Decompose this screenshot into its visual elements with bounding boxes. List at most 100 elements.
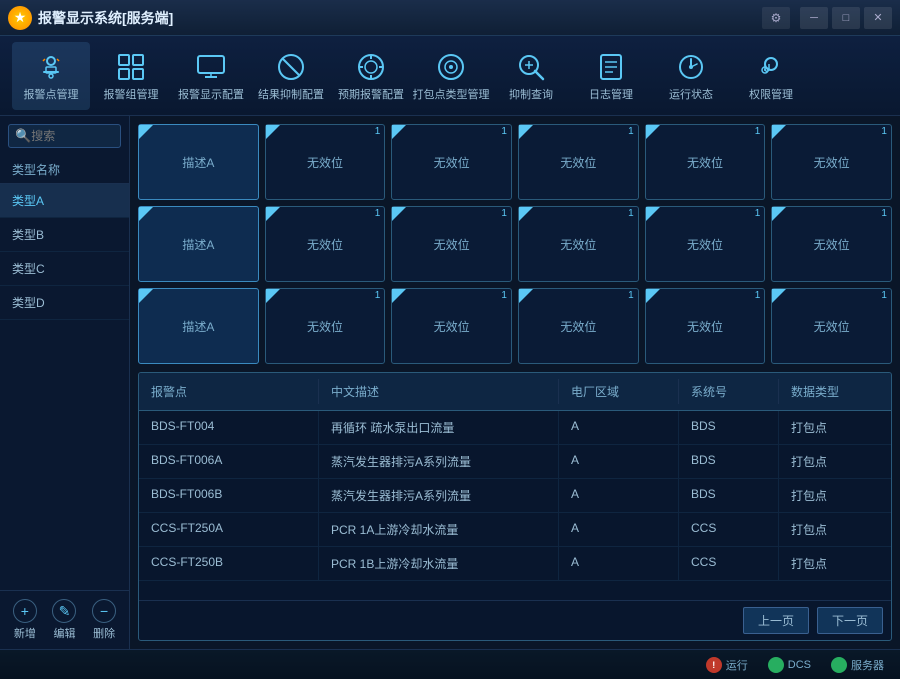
log-icon	[593, 49, 629, 85]
card-corner	[266, 125, 280, 139]
status-item-dcs: DCS	[768, 657, 811, 673]
card-r2-c4[interactable]: 1无效位	[645, 288, 766, 364]
toolbar-label-auth: 权限管理	[749, 89, 793, 102]
sidebar-item-typeC[interactable]: 类型C	[0, 252, 129, 286]
main-area: 🔍 类型名称 类型A 类型B 类型C 类型D + 新增 ✎ 编辑 − 删除 描述…	[0, 116, 900, 649]
close-button[interactable]: ✕	[864, 7, 892, 29]
prev-page-button[interactable]: 上一页	[743, 607, 809, 634]
status-bar: ! 运行 DCS 服务器	[0, 649, 900, 679]
table-cell: A	[559, 513, 679, 546]
toolbar-item-alarm-point[interactable]: 报警点管理	[12, 42, 90, 110]
table-row[interactable]: CCS-FT250APCR 1A上游冷却水流量ACCS打包点	[139, 513, 891, 547]
card-r1-c0[interactable]: 描述A	[138, 206, 259, 282]
table-row[interactable]: BDS-FT006A蒸汽发生器排污A系列流量ABDS打包点	[139, 445, 891, 479]
status-dot-server	[831, 657, 847, 673]
toolbar-label-status: 运行状态	[669, 89, 713, 102]
card-r0-c0[interactable]: 描述A	[138, 124, 259, 200]
card-r0-c1[interactable]: 1无效位	[265, 124, 386, 200]
maximize-button[interactable]: □	[832, 7, 860, 29]
table-cell: 打包点	[779, 513, 879, 546]
table-cell: 打包点	[779, 411, 879, 444]
table-header-alarm-point: 报警点	[139, 379, 319, 404]
card-corner	[646, 125, 660, 139]
card-r1-c3[interactable]: 1无效位	[518, 206, 639, 282]
table-cell: CCS-FT250B	[139, 547, 319, 580]
card-r0-c2[interactable]: 1无效位	[391, 124, 512, 200]
card-r0-c5[interactable]: 1无效位	[771, 124, 892, 200]
card-text: 描述A	[182, 154, 214, 171]
cards-grid: 描述A1无效位1无效位1无效位1无效位1无效位描述A1无效位1无效位1无效位1无…	[138, 124, 892, 364]
toolbar-label-alarm-point: 报警点管理	[24, 89, 79, 102]
sidebar-item-typeB[interactable]: 类型B	[0, 218, 129, 252]
card-text: 无效位	[814, 236, 850, 253]
card-text: 无效位	[560, 154, 596, 171]
sidebar-item-typeA[interactable]: 类型A	[0, 184, 129, 218]
status-dot-running: !	[706, 657, 722, 673]
toolbar-item-package[interactable]: 打包点类型管理	[412, 42, 490, 110]
card-text: 无效位	[687, 236, 723, 253]
sidebar-item-typeD[interactable]: 类型D	[0, 286, 129, 320]
toolbar-label-alarm-display: 报警显示配置	[178, 89, 244, 102]
table-cell: BDS-FT004	[139, 411, 319, 444]
table-cell: 再循环 疏水泵出口流量	[319, 411, 559, 444]
card-corner	[392, 125, 406, 139]
table-row[interactable]: BDS-FT006B蒸汽发生器排污A系列流量ABDS打包点	[139, 479, 891, 513]
card-r1-c5[interactable]: 1无效位	[771, 206, 892, 282]
card-text: 无效位	[687, 154, 723, 171]
toolbar-item-log[interactable]: 日志管理	[572, 42, 650, 110]
card-corner	[646, 207, 660, 221]
toolbar-item-alarm-group[interactable]: 报警组管理	[92, 42, 170, 110]
card-r2-c5[interactable]: 1无效位	[771, 288, 892, 364]
table-row[interactable]: CCS-FT250BPCR 1B上游冷却水流量ACCS打包点	[139, 547, 891, 581]
toolbar-item-auth[interactable]: 权限管理	[732, 42, 810, 110]
card-text: 描述A	[182, 318, 214, 335]
toolbar-item-suppress[interactable]: 结果抑制配置	[252, 42, 330, 110]
delete-icon: −	[92, 599, 116, 623]
card-r2-c2[interactable]: 1无效位	[391, 288, 512, 364]
card-text: 无效位	[687, 318, 723, 335]
card-num: 1	[628, 126, 634, 137]
status-label-server: 服务器	[851, 657, 884, 673]
next-page-button[interactable]: 下一页	[817, 607, 883, 634]
card-num: 1	[628, 208, 634, 219]
card-r2-c0[interactable]: 描述A	[138, 288, 259, 364]
table-row[interactable]: BDS-FT004再循环 疏水泵出口流量ABDS打包点	[139, 411, 891, 445]
card-corner	[519, 125, 533, 139]
card-text: 无效位	[814, 154, 850, 171]
table-cell: 蒸汽发生器排污A系列流量	[319, 445, 559, 478]
card-text: 无效位	[434, 236, 470, 253]
card-r1-c2[interactable]: 1无效位	[391, 206, 512, 282]
card-r0-c4[interactable]: 1无效位	[645, 124, 766, 200]
table-cell: CCS-FT250A	[139, 513, 319, 546]
card-corner	[392, 289, 406, 303]
card-r1-c4[interactable]: 1 无效位	[645, 206, 766, 282]
card-r2-c1[interactable]: 1无效位	[265, 288, 386, 364]
search-input[interactable]	[31, 129, 111, 143]
toolbar-item-query[interactable]: 抑制查询	[492, 42, 570, 110]
edit-button[interactable]: ✎ 编辑	[52, 599, 76, 641]
delete-label: 删除	[93, 625, 115, 641]
card-r0-c3[interactable]: 1 无效位	[518, 124, 639, 200]
title-bar: ★ 报警显示系统[服务端] ⚙ ─ □ ✕	[0, 0, 900, 36]
minimize-button[interactable]: ─	[800, 7, 828, 29]
toolbar-item-status[interactable]: 运行状态	[652, 42, 730, 110]
card-num: 1	[375, 208, 381, 219]
card-corner	[772, 125, 786, 139]
card-text: 无效位	[434, 154, 470, 171]
status-label-running: 运行	[726, 657, 748, 673]
card-num: 1	[375, 290, 381, 301]
card-num: 1	[755, 208, 761, 219]
toolbar-item-predict[interactable]: 预期报警配置	[332, 42, 410, 110]
settings-button[interactable]: ⚙	[762, 7, 790, 29]
table-cell: 蒸汽发生器排污A系列流量	[319, 479, 559, 512]
toolbar-item-alarm-display[interactable]: 报警显示配置	[172, 42, 250, 110]
search-bar[interactable]: 🔍	[8, 124, 121, 148]
delete-button[interactable]: − 删除	[92, 599, 116, 641]
add-button[interactable]: + 新增	[13, 599, 37, 641]
table-cell: CCS	[679, 513, 779, 546]
card-r1-c1[interactable]: 1无效位	[265, 206, 386, 282]
status-dot-dcs	[768, 657, 784, 673]
toolbar-label-log: 日志管理	[589, 89, 633, 102]
table-cell: BDS	[679, 411, 779, 444]
card-r2-c3[interactable]: 1无效位	[518, 288, 639, 364]
